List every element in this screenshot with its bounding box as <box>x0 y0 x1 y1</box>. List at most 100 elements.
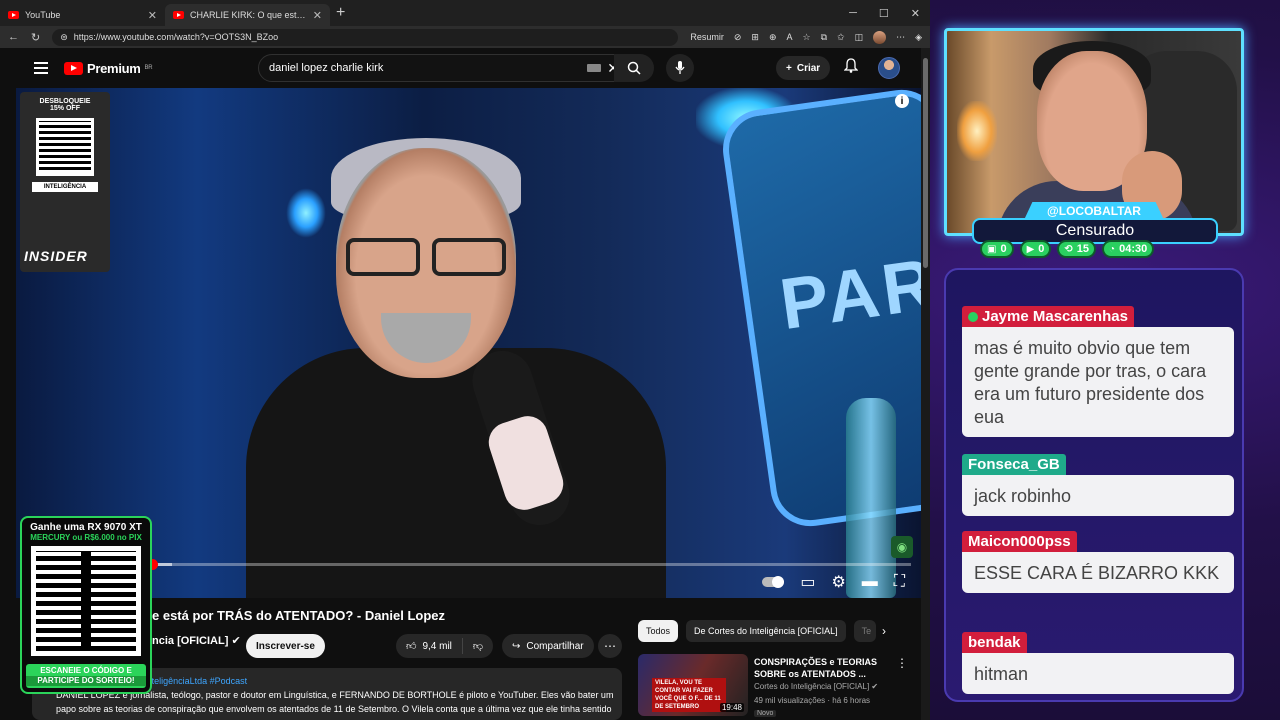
close-window-icon[interactable]: ✕ <box>911 7 920 20</box>
channel-watermark-icon[interactable]: ◉ <box>891 536 913 558</box>
share-label: Compartilhar <box>526 640 584 652</box>
url-field[interactable]: ⊜ https://www.youtube.com/watch?v=OOTS3N… <box>52 28 679 46</box>
chat-text: ESSE CARA É BIZARRO KKK <box>962 552 1234 593</box>
page-scrollbar[interactable] <box>921 48 930 720</box>
url-text: https://www.youtube.com/watch?v=OOTS3N_B… <box>73 32 279 42</box>
youtube-favicon-icon <box>8 11 19 19</box>
youtube-play-icon <box>64 61 83 75</box>
recommended-video[interactable]: VILELA, VOU TE CONTAR VAI FAZER VOCÊ QUE… <box>638 654 908 720</box>
copilot-icon[interactable]: ◈ <box>915 32 922 43</box>
site-info-icon[interactable]: ⊜ <box>60 32 68 43</box>
hamburger-menu-icon[interactable] <box>34 59 48 77</box>
kebab-menu-icon[interactable]: ⋮ <box>896 656 908 670</box>
chat-text: mas é muito obvio que tem gente grande p… <box>962 327 1234 437</box>
giveaway-subtitle: MERCURY ou R$6.000 no PIX <box>30 533 142 542</box>
progress-bar[interactable] <box>26 559 911 570</box>
maximize-icon[interactable]: ☐ <box>879 7 889 20</box>
search-button[interactable] <box>614 54 654 82</box>
create-button[interactable]: + Criar <box>776 56 831 80</box>
search-icon <box>627 61 641 75</box>
recommended-thumbnail[interactable]: VILELA, VOU TE CONTAR VAI FAZER VOCÊ QUE… <box>638 654 748 716</box>
filter-chips: Todos De Cortes do Inteligência [OFICIAL… <box>638 620 876 642</box>
extensions-icon[interactable]: ◫ <box>855 32 864 43</box>
zoom-icon[interactable]: ⊕ <box>769 32 777 43</box>
reload-icon[interactable]: ↻ <box>31 31 40 44</box>
chat-message: Jayme Mascarenhas mas é muito obvio que … <box>962 306 1234 437</box>
summarize-button[interactable]: Resumir <box>690 32 724 42</box>
verified-icon: ✔ <box>871 682 879 691</box>
dislike-button[interactable]: 👎︎ <box>463 640 493 652</box>
tab-youtube[interactable]: YouTube ✕ <box>0 4 165 26</box>
close-tab-icon[interactable]: ✕ <box>148 9 157 22</box>
theater-mode-icon[interactable]: ▬ <box>862 573 878 591</box>
voice-search-button[interactable] <box>666 54 694 82</box>
recommended-title: CONSPIRAÇÕES e TEORIAS SOBRE os ATENTADO… <box>754 657 878 679</box>
youtube-logo[interactable]: Premium BR <box>64 60 153 76</box>
youtube-header: Premium BR daniel lopez charlie kirk ✕ +… <box>16 48 921 88</box>
chip-channel[interactable]: De Cortes do Inteligência [OFICIAL] <box>686 620 846 642</box>
fullscreen-icon[interactable]: ⛶ <box>894 573 905 591</box>
apps-icon[interactable]: ⊞ <box>751 32 759 43</box>
chip-all[interactable]: Todos <box>638 620 679 642</box>
chat-username-text: Jayme Mascarenhas <box>982 308 1128 325</box>
read-aloud-icon[interactable]: A <box>786 32 792 42</box>
sponsor-qr-code <box>36 118 94 176</box>
chat-username: Fonseca_GB <box>962 454 1066 475</box>
microphone-icon <box>675 61 685 74</box>
chat-username: Jayme Mascarenhas <box>962 306 1134 327</box>
thumbs-down-icon: 👎︎ <box>472 641 484 652</box>
giveaway-cta-line2: PARTICIPE DO SORTEIO! <box>26 676 146 686</box>
recommended-views: 49 mil visualizações · há 6 horas <box>754 696 871 705</box>
recommended-channel: Cortes do Inteligência [OFICIAL] ✔ <box>754 682 878 691</box>
favorites-icon[interactable]: ✩ <box>837 32 845 43</box>
keyboard-icon[interactable] <box>587 64 602 72</box>
new-badge: Novo <box>754 710 777 717</box>
info-icon[interactable]: i <box>895 94 909 108</box>
search-input[interactable]: daniel lopez charlie kirk ✕ <box>258 54 630 82</box>
subtitles-icon[interactable]: ▭ <box>800 572 815 592</box>
chat-text: hitman <box>962 653 1234 694</box>
chat-message: bendak hitman <box>962 632 1234 694</box>
close-tab-icon[interactable]: ✕ <box>313 9 322 22</box>
sponsor-line1: DESBLOQUEIE <box>39 98 91 105</box>
channel-name[interactable]: ncia [OFICIAL] ✔ <box>152 634 241 647</box>
autoplay-toggle[interactable] <box>762 576 785 588</box>
notifications-bell-icon[interactable] <box>843 58 859 78</box>
back-icon[interactable]: ← <box>8 31 19 43</box>
plus-icon: + <box>786 62 792 74</box>
more-actions-button[interactable]: ⋯ <box>598 634 622 658</box>
stat-value: 0 <box>1038 243 1045 255</box>
chat-username: bendak <box>962 632 1027 653</box>
subscribe-button[interactable]: Inscrever-se <box>246 634 325 658</box>
tab-title: YouTube <box>25 10 61 20</box>
tab-video[interactable]: CHARLIE KIRK: O que está por TRÁS ✕ <box>165 4 330 26</box>
minimize-icon[interactable]: ─ <box>849 7 857 20</box>
split-screen-icon[interactable]: ⧉ <box>821 32 827 43</box>
profile-avatar[interactable] <box>873 30 887 44</box>
tab-bar: YouTube ✕ CHARLIE KIRK: O que está por T… <box>0 0 930 26</box>
recommended-channel-text: Cortes do Inteligência [OFICIAL] <box>754 682 870 691</box>
logo-text: Premium <box>87 60 141 76</box>
extension-icon[interactable]: ⊘ <box>734 32 742 43</box>
like-button[interactable]: 👍︎ 9,4 mil <box>396 638 463 654</box>
share-icon: ↪ <box>512 640 521 652</box>
link-icon: ⟲ <box>1064 243 1073 255</box>
user-avatar[interactable] <box>878 57 900 79</box>
insider-logo: INSIDER <box>24 248 88 264</box>
menu-dots-icon[interactable]: ⋯ <box>896 32 905 43</box>
settings-gear-icon[interactable]: ⚙ <box>831 572 845 592</box>
scrollbar-thumb[interactable] <box>923 58 928 268</box>
favorite-star-icon[interactable]: ☆ <box>803 32 811 43</box>
sponsor-badge: INTELIGÊNCIA <box>32 182 98 192</box>
giveaway-overlay: Ganhe uma RX 9070 XT MERCURY ou R$6.000 … <box>20 516 152 694</box>
share-button[interactable]: ↪ Compartilhar <box>502 634 594 658</box>
sponsor-line2: 15% OFF <box>50 105 80 112</box>
chip-related[interactable]: Te <box>853 620 876 642</box>
lamp <box>957 101 997 161</box>
sponsor-overlay[interactable]: DESBLOQUEIE 15% OFF INTELIGÊNCIA <box>20 92 110 272</box>
player-controls: ▭ ⚙ ▬ ⛶ <box>762 572 905 592</box>
chevron-right-icon[interactable]: › <box>882 624 886 638</box>
new-tab-button[interactable]: + <box>336 4 345 22</box>
streamer-namebar: @LOCOBALTAR Censurado ▣ 0 ▶ 0 ⟲ 15 ◔ 04:30 <box>972 200 1218 262</box>
giveaway-title: Ganhe uma RX 9070 XT <box>30 522 142 533</box>
